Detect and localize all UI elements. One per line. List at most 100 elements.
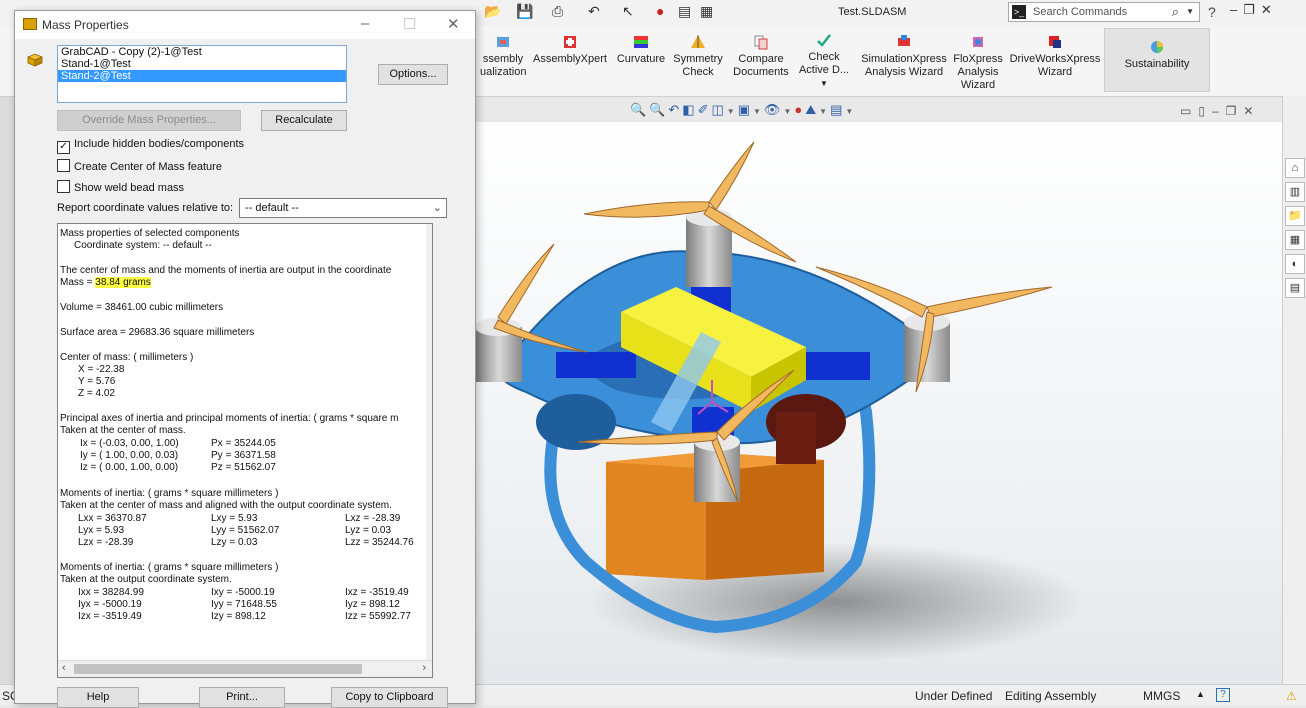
custom-properties-icon[interactable]: ▤ [1285,278,1305,298]
moi-izy: Izy = 898.12 [211,611,266,622]
list-item-selected[interactable]: Stand-2@Test [58,70,346,82]
ribbon-check-active-document[interactable]: Check Active D... ▼ [796,32,852,90]
help-button[interactable]: Help [57,687,139,708]
display-style-icon[interactable]: ▣ [738,102,753,117]
chevron-up-icon[interactable]: ▲ [1196,689,1205,699]
include-hidden-checkbox[interactable]: ✓ Include hidden bodies/components [57,138,244,154]
feature-manager-edge [0,26,14,684]
zoom-to-fit-icon[interactable]: 🔍 [630,102,649,117]
open-icon[interactable]: 📂 [484,3,501,20]
chevron-down-icon[interactable]: ▼ [845,107,856,116]
scroll-left-icon[interactable]: ‹ [62,662,66,674]
list-item[interactable]: Stand-1@Test [58,58,346,70]
select-icon[interactable]: ↖ [622,3,634,20]
chevron-down-icon[interactable]: ▼ [819,107,830,116]
viewport-controls[interactable]: ▭▯–❐✕ [1180,104,1260,118]
recalculate-button[interactable]: Recalculate [261,110,347,131]
copy-to-clipboard-button[interactable]: Copy to Clipboard [331,687,448,708]
chevron-down-icon[interactable]: ⌄ [433,201,442,214]
minimize-icon[interactable]: – [361,15,369,32]
simulationxpress-icon [898,35,910,46]
appearances-icon[interactable]: ◐ [1285,254,1305,274]
status-units[interactable]: MMGS [1143,689,1180,703]
previous-view-icon[interactable]: ↶ [668,102,682,117]
ribbon-curvature[interactable]: Curvature [614,34,668,66]
list-item[interactable]: GrabCAD - Copy (2)-1@Test [58,46,346,58]
home-icon[interactable]: ⌂ [1285,158,1305,178]
mass-properties-report[interactable]: Mass properties of selected components C… [57,223,433,678]
driveworksxpress-icon [1049,36,1061,48]
scroll-right-icon[interactable]: › [422,662,426,674]
view-orientation-icon[interactable]: ◫ [711,102,726,117]
ribbon-simulationxpress[interactable]: SimulationXpress Analysis Wizard [860,34,948,79]
search-commands-box[interactable]: >_ Search Commands ⌕ ▼ [1008,2,1200,22]
design-library-icon[interactable]: ▥ [1285,182,1305,202]
ribbon-label: Symmetry Check [673,53,723,78]
ribbon-floxpress[interactable]: FloXpress Analysis Wizard [952,34,1004,92]
ribbon-compare-documents[interactable]: Compare Documents [730,34,792,79]
help-icon[interactable]: ? [1216,688,1230,702]
chevron-down-icon[interactable]: ▼ [783,107,794,116]
report-principal-taken: Taken at the center of mass. [60,425,186,436]
moi-lyx: Lyx = 5.93 [78,525,125,536]
ribbon-label: Sustainability [1124,58,1190,70]
undo-icon[interactable]: ↶ [588,3,600,20]
mass-properties-icon [23,18,37,30]
help-icon[interactable]: ? [1208,4,1216,20]
chevron-down-icon[interactable]: ▼ [753,107,764,116]
checkbox-unchecked[interactable] [57,180,70,193]
sustainability-icon [1151,41,1163,53]
scrollbar-thumb[interactable] [74,664,362,674]
check-active-document-icon [817,34,831,47]
moi-izz: Izz = 55992.77 [345,611,411,622]
checkbox-checked[interactable]: ✓ [57,141,70,154]
view-settings-icon[interactable]: ▤ [830,102,845,117]
horizontal-scrollbar[interactable]: ‹ › [58,660,432,677]
ribbon-assemblyxpert[interactable]: AssemblyXpert [533,34,607,66]
ribbon-sustainability[interactable]: Sustainability [1104,28,1210,92]
report-moi1-taken: Taken at the center of mass and aligned … [60,500,392,511]
dialog-title-bar[interactable]: Mass Properties – ☐ ✕ [15,11,475,39]
show-weld-checkbox[interactable]: Show weld bead mass [57,180,184,194]
file-properties-icon[interactable]: ▤ [678,3,691,20]
rebuild-icon[interactable]: ● [656,3,664,19]
coordinate-system-select[interactable]: -- default -- ⌄ [239,198,447,218]
window-controls[interactable]: –❐✕ [1230,2,1278,18]
print-button[interactable]: Print... [199,687,285,708]
heads-up-view-toolbar[interactable]: 🔍🔍↶◧✐◫▼▣▼👁▼●⛰▼▤▼ [630,102,856,122]
ribbon-label: Check Active D... [798,51,850,76]
ribbon-label: Compare Documents [733,53,789,78]
zoom-to-area-icon[interactable]: 🔍 [649,102,668,117]
dynamic-annotation-icon[interactable]: ✐ [698,102,712,117]
ribbon-label: AssemblyXpert [533,53,607,65]
drone-model[interactable] [476,122,1282,684]
chevron-down-icon[interactable]: ▼ [1186,7,1194,16]
apply-scene-icon[interactable]: ⛰ [805,102,819,117]
hide-show-items-icon[interactable]: 👁 [764,102,784,117]
file-explorer-icon[interactable]: 📁 [1285,206,1305,226]
ribbon-symmetry-check[interactable]: Symmetry Check [672,34,724,79]
rebuild-notification-icon[interactable]: ⚠ [1286,689,1297,703]
search-icon[interactable]: ⌕ [1172,4,1179,20]
vertical-scrollbar[interactable] [426,224,432,662]
selected-components-list[interactable]: GrabCAD - Copy (2)-1@Test Stand-1@Test S… [57,45,347,103]
mass-label: Mass = [60,277,96,288]
moi-iyx: Iyx = -5000.19 [78,599,142,610]
graphics-area[interactable] [476,122,1282,684]
create-com-checkbox[interactable]: Create Center of Mass feature [57,159,222,173]
chevron-down-icon[interactable]: ▼ [727,107,738,116]
options-icon[interactable]: ▦ [700,3,713,20]
view-palette-icon[interactable]: ▦ [1285,230,1305,250]
close-icon[interactable]: ✕ [447,15,460,33]
chevron-down-icon[interactable]: ▼ [796,77,852,90]
section-view-icon[interactable]: ◧ [682,102,697,117]
print-icon[interactable]: ⎙ [552,3,563,20]
ribbon-label: Curvature [616,53,666,65]
save-icon[interactable]: 💾 [516,3,533,20]
options-button[interactable]: Options... [378,64,448,85]
checkbox-unchecked[interactable] [57,159,70,172]
edit-appearance-icon[interactable]: ● [794,102,805,117]
ribbon-driveworksxpress[interactable]: DriveWorksXpress Wizard [1008,34,1102,79]
ribbon-assembly-visualization[interactable]: ssembly ualization [480,34,526,79]
moi-lxx: Lxx = 36370.87 [78,513,147,524]
